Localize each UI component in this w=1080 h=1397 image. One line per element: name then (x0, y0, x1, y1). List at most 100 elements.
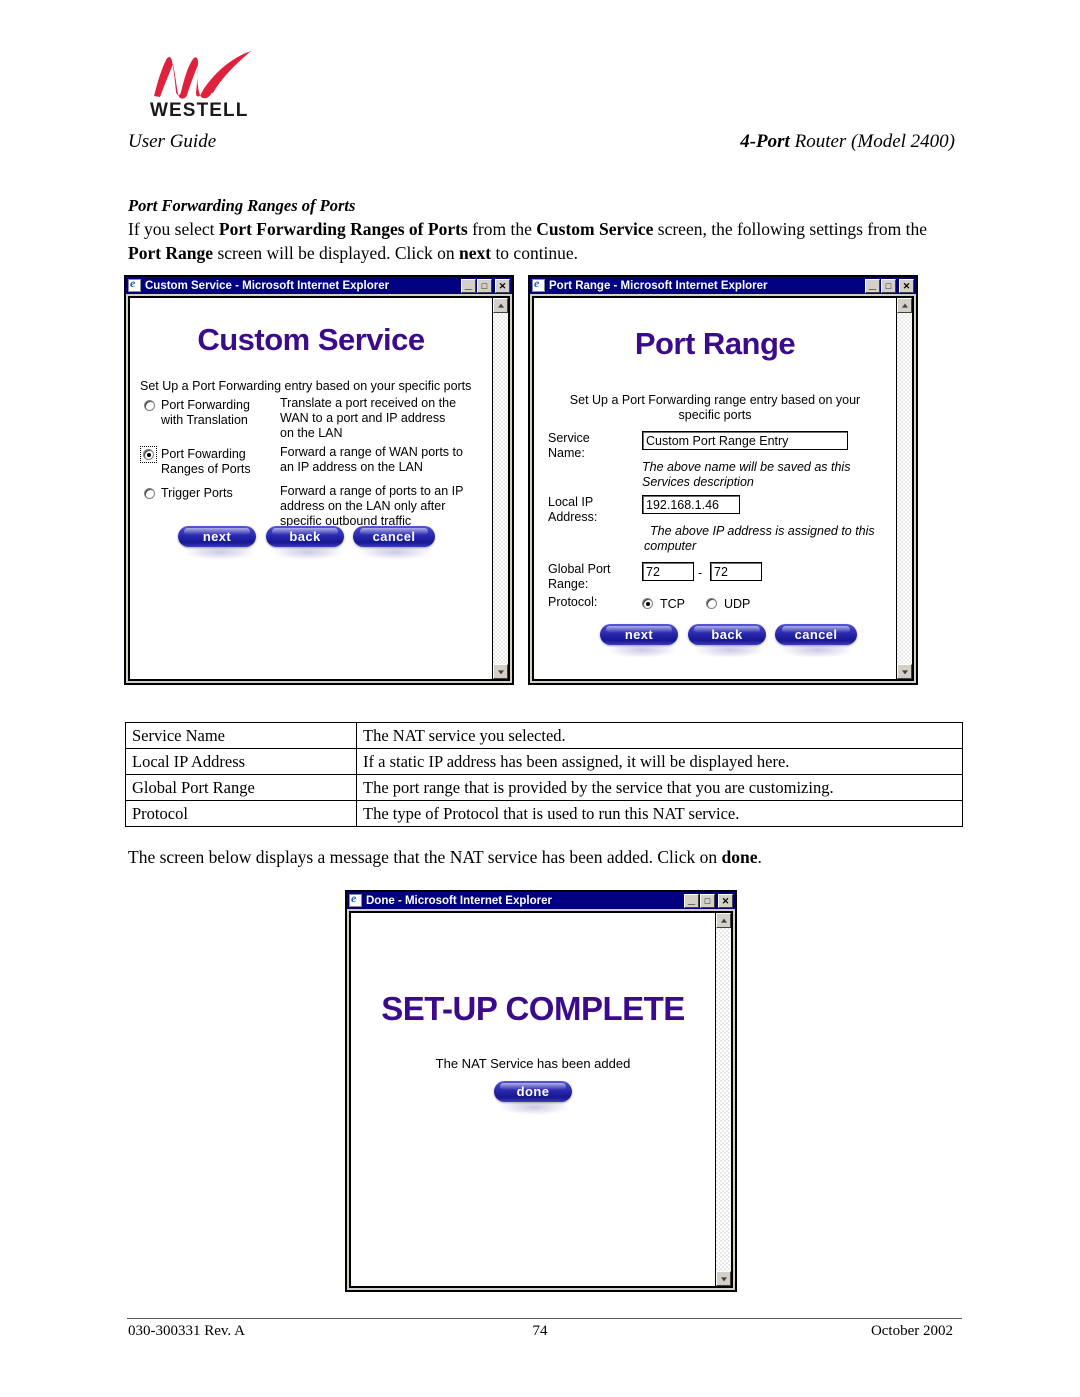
custom-service-scrollbar[interactable] (492, 298, 508, 679)
footer-date: October 2002 (870, 1323, 953, 1339)
done-scrollbar[interactable] (715, 913, 731, 1286)
custom-service-cancel-button[interactable]: cancel (353, 526, 435, 547)
scroll-up-button[interactable] (716, 913, 731, 928)
scrollbar-track[interactable] (897, 313, 912, 664)
done-window[interactable]: Done - Microsoft Internet Explorer _ □ ✕… (345, 890, 737, 1292)
table-row: Protocol The type of Protocol that is us… (125, 800, 963, 827)
done-titlebar[interactable]: Done - Microsoft Internet Explorer _ □ ✕ (347, 892, 735, 909)
footer-rule (127, 1318, 962, 1319)
radio-port-forwarding-ranges-of-ports[interactable] (143, 449, 154, 460)
scrollbar-track[interactable] (716, 928, 731, 1271)
custom-service-back-button[interactable]: back (266, 526, 344, 547)
close-button[interactable]: ✕ (899, 278, 914, 293)
port-range-client: Port Range Set Up a Port Forwarding rang… (532, 296, 914, 681)
global-port-end-input[interactable]: 72 (710, 562, 762, 581)
section-title: Port Forwarding Ranges of Ports (128, 196, 356, 215)
internet-explorer-icon (349, 892, 362, 907)
scrollbar-track[interactable] (493, 313, 508, 664)
custom-service-title: Custom Service - Microsoft Internet Expl… (145, 279, 390, 292)
table-row: Global Port Range The port range that is… (125, 774, 963, 801)
radio-protocol-udp[interactable] (706, 598, 717, 609)
option-0-label-line1: Port Forwarding (161, 398, 250, 412)
scroll-down-button[interactable] (716, 1271, 731, 1286)
para1-bold-1: Port Forwarding Ranges of Ports (218, 219, 468, 239)
port-range-scrollbar[interactable] (896, 298, 912, 679)
protocol-tcp-label: TCP (660, 597, 685, 611)
para1-text-1: If you select (128, 219, 219, 239)
custom-service-page: Custom Service Set Up a Port Forwarding … (130, 298, 492, 679)
port-range-intro-line2: specific ports (678, 408, 752, 422)
window-controls: _ □ ✕ (865, 275, 914, 293)
document-page: WESTELL User Guide 4-Port Router (Model … (0, 0, 1080, 1397)
westell-wordmark: WESTELL (150, 100, 249, 121)
port-range-heading: Port Range (634, 326, 796, 361)
minimize-button[interactable]: _ (684, 892, 699, 908)
local-ip-note: The above IP address is assigned to this… (644, 524, 875, 553)
custom-service-titlebar[interactable]: Custom Service - Microsoft Internet Expl… (126, 277, 512, 294)
port-range-next-button[interactable]: next (600, 624, 678, 645)
maximize-button[interactable]: □ (881, 278, 896, 293)
scroll-up-button[interactable] (897, 298, 912, 313)
global-port-start-input[interactable]: 72 (642, 562, 694, 581)
close-icon: ✕ (721, 895, 730, 906)
local-ip-input[interactable]: 192.168.1.46 (642, 495, 740, 514)
minimize-icon: _ (464, 275, 473, 291)
global-port-range-label: Global Port Range: (548, 562, 611, 591)
option-1-label-line1: Port Fowarding (161, 447, 246, 461)
minimize-button[interactable]: _ (461, 275, 476, 293)
protocol-tcp-option[interactable]: TCP (642, 595, 685, 613)
protocol-udp-label: UDP (724, 597, 751, 611)
option-0-desc-line1: Translate a port received on the (280, 396, 457, 410)
radio-focus-ring (140, 446, 157, 463)
scroll-down-button[interactable] (897, 664, 912, 679)
option-2-label-line1: Trigger Ports (161, 486, 233, 500)
service-name-note: The above name will be saved as this Ser… (642, 460, 851, 489)
radio-protocol-tcp[interactable] (642, 598, 653, 609)
done-page: SET-UP COMPLETE The NAT Service has been… (351, 913, 715, 1286)
table-term: Service Name (125, 722, 357, 749)
table-term: Protocol (125, 800, 357, 827)
port-range-back-button[interactable]: back (688, 624, 766, 645)
close-button[interactable]: ✕ (718, 893, 733, 908)
custom-service-heading: Custom Service (197, 322, 425, 357)
port-range-window[interactable]: Port Range - Microsoft Internet Explorer… (528, 275, 918, 685)
global-port-separator: - (698, 566, 703, 580)
service-name-input[interactable]: Custom Port Range Entry (642, 431, 848, 450)
para1-text-2: from the (467, 219, 537, 239)
westell-logo: WESTELL (148, 50, 258, 130)
minimize-button[interactable]: _ (865, 275, 880, 293)
done-button[interactable]: done (494, 1081, 572, 1102)
para2-bold-1: done (721, 847, 758, 867)
header-product-prefix: 4-Port (740, 131, 790, 152)
table-definition: The port range that is provided by the s… (356, 774, 963, 801)
intro-paragraph: If you select Port Forwarding Ranges of … (128, 217, 958, 265)
maximize-icon: □ (704, 895, 711, 906)
port-range-cancel-button[interactable]: cancel (775, 624, 857, 645)
header-user-guide: User Guide (128, 131, 217, 152)
custom-service-window[interactable]: Custom Service - Microsoft Internet Expl… (124, 275, 514, 685)
option-2-desc-line2: address on the LAN only after (280, 499, 446, 513)
close-button[interactable]: ✕ (495, 278, 510, 293)
maximize-button[interactable]: □ (700, 893, 715, 908)
port-range-intro-line1: Set Up a Port Forwarding range entry bas… (569, 393, 861, 407)
close-icon: ✕ (498, 280, 507, 291)
radio-trigger-ports[interactable] (144, 488, 155, 499)
table-definition: The NAT service you selected. (356, 722, 963, 749)
table-definition: The type of Protocol that is used to run… (356, 800, 963, 827)
maximize-button[interactable]: □ (477, 278, 492, 293)
option-2-desc-line1: Forward a range of ports to an IP (280, 484, 464, 498)
minimize-icon: _ (868, 275, 877, 291)
scroll-up-button[interactable] (493, 298, 508, 313)
option-0-desc-line2: WAN to a port and IP address (280, 411, 446, 425)
custom-service-next-button[interactable]: next (178, 526, 256, 547)
header-product-name: 4-Port Router (Model 2400) (740, 131, 955, 153)
table-definition: If a static IP address has been assigned… (356, 748, 963, 775)
para1-text-5: to continue. (491, 243, 579, 263)
radio-port-forwarding-with-translation[interactable] (144, 400, 155, 411)
port-range-titlebar[interactable]: Port Range - Microsoft Internet Explorer… (530, 277, 916, 294)
protocol-udp-option[interactable]: UDP (706, 595, 750, 613)
close-icon: ✕ (902, 280, 911, 291)
window-controls: _ □ ✕ (461, 275, 510, 293)
scroll-down-button[interactable] (493, 664, 508, 679)
option-1-desc-line2: an IP address on the LAN (280, 460, 423, 474)
